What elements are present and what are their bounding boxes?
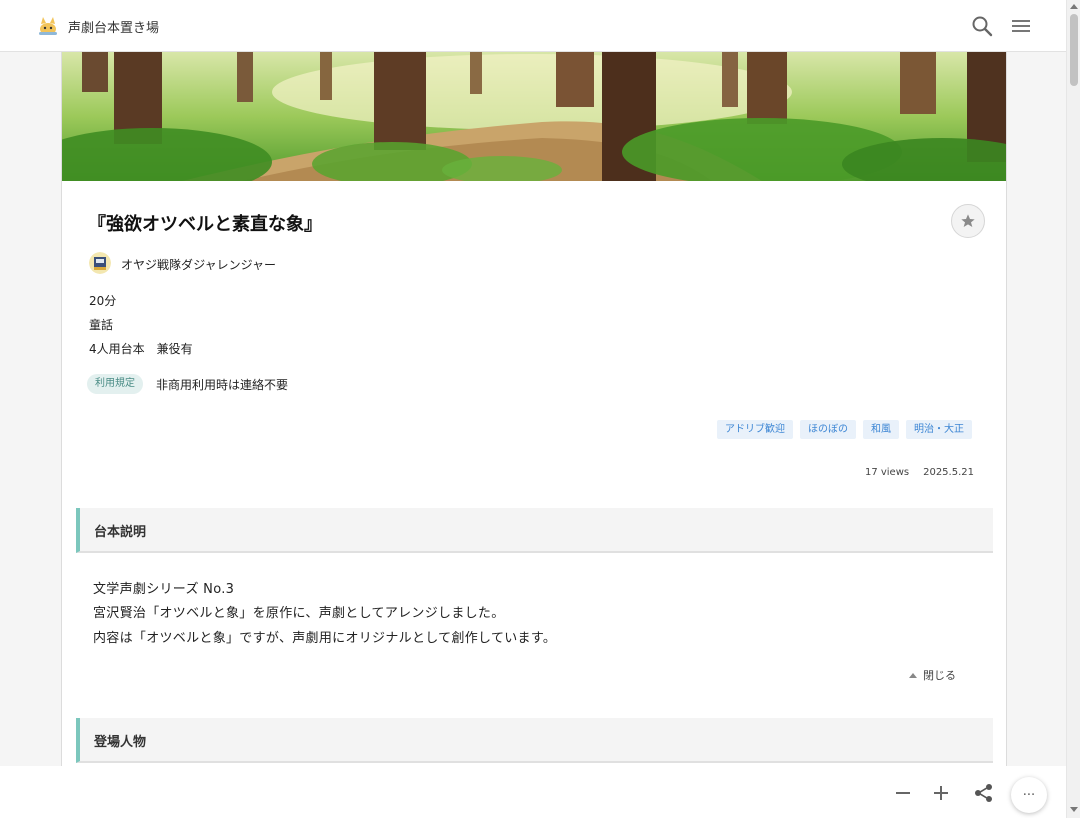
caret-up-icon bbox=[909, 672, 917, 678]
description-section-title: 台本説明 bbox=[94, 525, 147, 540]
license-badge: 利用規定 bbox=[87, 374, 143, 394]
scroll-down-arrow-icon[interactable] bbox=[1070, 807, 1078, 812]
view-count: 17 views bbox=[864, 467, 910, 478]
plus-icon[interactable] bbox=[930, 782, 952, 804]
views-date-row: 17 views 2025.5.21 bbox=[865, 467, 974, 478]
description-line: 文学声劇シリーズ No.3 bbox=[93, 582, 235, 597]
close-description-button[interactable]: 閉じる bbox=[909, 667, 956, 683]
description-section-header: 台本説明 bbox=[76, 508, 993, 553]
genre-text: 童話 bbox=[89, 318, 114, 332]
description-line: 宮沢賢治「オツベルと象」を原作に、声劇としてアレンジしました。 bbox=[93, 606, 505, 621]
author-avatar[interactable] bbox=[89, 252, 111, 274]
duration-text: 20分 bbox=[89, 294, 117, 308]
page-scrollbar[interactable] bbox=[1066, 0, 1080, 818]
license-text: 非商用利用時は連絡不要 bbox=[156, 378, 289, 392]
more-icon: ··· bbox=[1022, 787, 1036, 803]
tag-item[interactable]: ほのぼの bbox=[800, 420, 856, 439]
characters-section-header: 登場人物 bbox=[76, 718, 993, 763]
logo-cat-icon[interactable] bbox=[36, 14, 60, 38]
tag-list: アドリブ歓迎 ほのぼの 和風 明治・大正 bbox=[717, 420, 972, 439]
top-bar: 声劇台本置き場 bbox=[0, 0, 1066, 52]
characters-section-title: 登場人物 bbox=[94, 735, 147, 750]
search-icon[interactable] bbox=[970, 14, 994, 38]
tag-item[interactable]: 和風 bbox=[863, 420, 899, 439]
favorite-button[interactable] bbox=[951, 204, 985, 238]
tag-item[interactable]: アドリブ歓迎 bbox=[717, 420, 793, 439]
script-card: 『強欲オツベルと素直な象』 オヤジ戦隊ダジャレンジャー 20分 童話 4人用台本… bbox=[61, 52, 1007, 818]
bottom-toolbar: ··· bbox=[0, 766, 1066, 818]
star-icon bbox=[961, 214, 975, 227]
forest-banner-image bbox=[62, 52, 1006, 181]
tag-item[interactable]: 明治・大正 bbox=[906, 420, 972, 439]
more-button[interactable]: ··· bbox=[1011, 777, 1047, 813]
author-name[interactable]: オヤジ戦隊ダジャレンジャー bbox=[121, 256, 276, 273]
cast-text: 4人用台本 兼役有 bbox=[89, 342, 193, 356]
hamburger-menu-icon[interactable] bbox=[1009, 14, 1033, 38]
scroll-thumb[interactable] bbox=[1070, 14, 1078, 86]
script-title: 『強欲オツベルと素直な象』 bbox=[88, 214, 322, 235]
minus-icon[interactable] bbox=[892, 782, 914, 804]
share-icon[interactable] bbox=[973, 782, 995, 804]
site-title[interactable]: 声劇台本置き場 bbox=[68, 17, 159, 36]
close-label: 閉じる bbox=[923, 669, 956, 682]
post-date: 2025.5.21 bbox=[923, 467, 974, 478]
description-line: 内容は「オツベルと象」ですが、声劇用にオリジナルとして創作しています。 bbox=[93, 631, 557, 646]
scroll-up-arrow-icon[interactable] bbox=[1070, 4, 1078, 9]
